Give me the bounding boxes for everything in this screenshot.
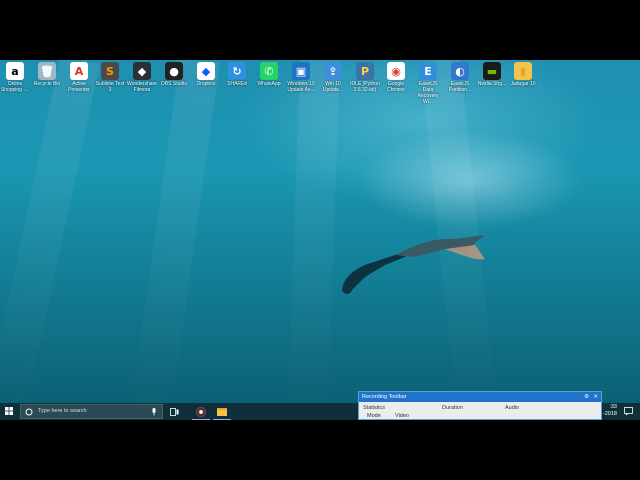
desktop-shortcut[interactable]: P IDLE (Python 3.6 32-bit) [350,62,380,93]
desktop-shortcut[interactable]: ↻ SHAREit [222,62,252,87]
desktop-shortcut[interactable]: E EaseUS Data Recovery Wi... [413,62,443,105]
desktop-shortcut[interactable]: ◆ Dropbox [191,62,221,87]
active-presenter-icon: A [70,62,88,80]
desktop-shortcut[interactable]: ● OBS Studio [159,62,189,87]
desktop-shortcut-label: WhatsApp [257,81,281,87]
desktop-shortcut-label: Win 10 Update... [322,81,344,93]
obs-icon: ● [165,62,183,80]
row-label-video: Video [395,413,409,419]
search-icon [25,408,33,416]
nvidia-icon: ▬ [483,62,501,80]
recording-toolbar-titlebar[interactable]: Recording Toolbar ⚙ ✕ [359,392,601,402]
desktop-shortcut-label: OBS Studio [160,81,188,87]
desktop-shortcut-label: Wondershare Filmora [127,81,157,93]
desktop-shortcut[interactable]: ✆ WhatsApp [254,62,284,87]
notification-center-icon[interactable] [624,407,633,416]
windows-update-icon: ▣ [292,62,310,80]
desktop-shortcut-label: Sublime Text 3 [95,81,125,93]
desktop-shortcut[interactable]: ◆ Wondershare Filmora [127,62,157,93]
easeus-icon: E [419,62,437,80]
desktop-shortcut-label: Active Presenter [68,81,90,93]
search-placeholder: Type here to search [38,408,87,414]
desktop-shortcut[interactable]: a Online Shopping -... [0,62,30,93]
python-idle-icon: P [356,62,374,80]
recording-toolbar-window[interactable]: Recording Toolbar ⚙ ✕ Statistics Duratio… [358,391,602,420]
taskbar-file-explorer-button[interactable] [213,404,231,420]
desktop-shortcut-label: Online Shopping -... [0,81,30,93]
desktop-shortcut[interactable]: ◉ Google Chrome [381,62,411,93]
desktop-shortcut-label: EaseUS Data Recovery Wi... [417,81,439,105]
desktop-shortcut[interactable]: ⇪ Win 10 Update... [318,62,348,93]
desktop-shortcut[interactable]: A Active Presenter [64,62,94,93]
desktop-shortcut-label: SHAREit [227,81,247,87]
column-audio: Audio [505,405,520,411]
close-icon[interactable]: ✕ [593,392,598,402]
recording-toolbar-stats: Statistics Duration Audio Mode Video [359,402,601,420]
row-label-mode: Mode [367,413,381,419]
task-view-button[interactable] [165,404,183,419]
easeus-partition-icon: ◐ [451,62,469,80]
recycle-bin-icon: 🗑 [38,62,56,80]
obs-taskbar-icon [196,406,206,417]
desktop-icons: a Online Shopping -... 🗑 Recycle Bin A Active… [0,60,640,105]
desktop-shortcut-label: Recycle Bin [33,81,61,87]
light-ray [287,60,340,420]
shareit-icon: ↻ [228,62,246,80]
desktop-shortcut[interactable]: S Sublime Text 3 [95,62,125,93]
desktop-shortcut[interactable]: ▮ Jadugar 10 [508,62,538,87]
folder-icon [217,407,227,416]
desktop-shortcut-label: EaseUS Partition... [448,81,472,93]
microphone-icon[interactable] [151,408,157,416]
update-assistant-icon: ⇪ [324,62,342,80]
desktop-shortcut-label: Nvidia Shg... [477,81,507,87]
column-statistics: Statistics [363,405,386,411]
desktop-shortcut[interactable]: ◐ EaseUS Partition... [445,62,475,93]
gear-icon[interactable]: ⚙ [584,392,589,402]
folder-icon: ▮ [514,62,532,80]
taskbar-search-box[interactable]: Type here to search [20,404,163,419]
light-ray [130,60,220,420]
desktop-shortcut-label: IDLE (Python 3.6 32-bit) [350,81,380,93]
chrome-icon: ◉ [387,62,405,80]
sublime-text-icon: S [101,62,119,80]
desktop-shortcut-label: Windows 10 Update As... [287,81,315,93]
taskbar-obs-button[interactable] [192,404,210,420]
desktop-shortcut[interactable]: 🗑 Recycle Bin [32,62,62,87]
desktop-shortcut[interactable]: ▣ Windows 10 Update As... [286,62,316,93]
recording-toolbar-title: Recording Toolbar [362,394,407,400]
windows-start-icon[interactable] [5,407,13,415]
filmora-icon: ◆ [133,62,151,80]
diver-wallpaper-image [342,235,485,294]
desktop-shortcut-label: Jadugar 10 [510,81,536,87]
column-duration: Duration [442,405,463,411]
amazon-icon: a [6,62,24,80]
task-view-icon [169,407,178,416]
desktop: a Online Shopping -... 🗑 Recycle Bin A Active… [0,60,640,420]
dropbox-icon: ◆ [197,62,215,80]
light-ray [0,60,100,417]
desktop-shortcut-label: Dropbox [196,81,216,87]
whatsapp-icon: ✆ [260,62,278,80]
desktop-shortcut-label: Google Chrome [387,81,405,93]
desktop-shortcut[interactable]: ▬ Nvidia Shg... [477,62,507,87]
